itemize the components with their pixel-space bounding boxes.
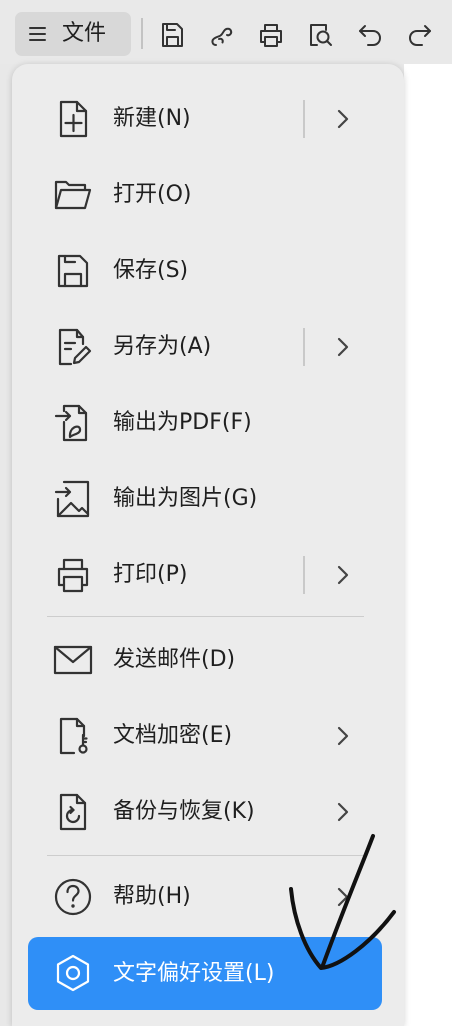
chevron-right-icon[interactable] <box>335 800 351 824</box>
redo-icon <box>409 25 431 46</box>
toolbar-divider <box>141 18 143 49</box>
file-menu-panel: 新建(N) 打开(O) 保存(S) 另存为(A) 输出为PDF(F) 输出为图片 <box>12 64 404 1026</box>
menu-divider <box>47 855 364 856</box>
menu-item-text-preferences[interactable]: 文字偏好设置(L) <box>28 937 382 1010</box>
save-as-icon <box>53 327 93 367</box>
toolbar-redo-button[interactable] <box>406 21 434 49</box>
menu-item-label: 另存为(A) <box>113 334 212 359</box>
menu-item-backup-restore[interactable]: 备份与恢复(K) <box>12 774 404 850</box>
print-icon <box>53 555 93 595</box>
chevron-right-icon[interactable] <box>335 885 351 909</box>
document-page <box>404 64 452 1026</box>
toolbar-print-preview-button[interactable] <box>306 21 334 49</box>
mail-icon <box>53 640 93 680</box>
menu-item-label: 输出为PDF(F) <box>113 410 252 435</box>
menu-item-label: 发送邮件(D) <box>113 647 236 672</box>
top-toolbar: 文件 <box>0 0 452 64</box>
settings-hexagon-icon <box>53 953 93 993</box>
toolbar-print-button[interactable] <box>257 21 285 49</box>
file-menu-label: 文件 <box>62 21 107 46</box>
document-key-icon <box>53 716 93 756</box>
export-image-icon <box>53 479 93 519</box>
new-document-icon <box>53 99 93 139</box>
chevron-right-icon[interactable] <box>335 107 351 131</box>
toolbar-undo-button[interactable] <box>356 21 384 49</box>
split-divider <box>303 556 305 594</box>
toolbar-save-button[interactable] <box>158 21 186 49</box>
save-icon <box>162 23 183 47</box>
menu-divider <box>47 616 364 617</box>
menu-item-send-mail[interactable]: 发送邮件(D) <box>12 622 404 698</box>
chevron-right-icon[interactable] <box>335 563 351 587</box>
menu-item-save[interactable]: 保存(S) <box>12 233 404 309</box>
menu-item-label: 打印(P) <box>113 562 188 587</box>
menu-item-label: 文字偏好设置(L) <box>113 961 275 986</box>
split-divider <box>303 328 305 366</box>
menu-item-help[interactable]: 帮助(H) <box>12 859 404 935</box>
menu-item-print[interactable]: 打印(P) <box>12 537 404 613</box>
menu-item-label: 文档加密(E) <box>113 723 233 748</box>
menu-item-save-as[interactable]: 另存为(A) <box>12 309 404 385</box>
folder-open-icon <box>53 175 93 215</box>
chevron-right-icon[interactable] <box>335 724 351 748</box>
menu-item-open[interactable]: 打开(O) <box>12 157 404 233</box>
menu-item-label: 新建(N) <box>113 106 191 131</box>
undo-icon <box>359 25 381 46</box>
menu-item-export-image[interactable]: 输出为图片(G) <box>12 461 404 537</box>
menu-item-encrypt[interactable]: 文档加密(E) <box>12 698 404 774</box>
split-divider <box>303 100 305 138</box>
print-icon <box>260 24 282 47</box>
export-pdf-icon <box>53 403 93 443</box>
menu-item-label: 保存(S) <box>113 258 189 283</box>
menu-item-label: 打开(O) <box>113 182 192 207</box>
chevron-right-icon[interactable] <box>335 335 351 359</box>
menu-item-new[interactable]: 新建(N) <box>12 81 404 157</box>
menu-icon <box>27 23 49 45</box>
save-icon <box>53 251 93 291</box>
menu-item-export-pdf[interactable]: 输出为PDF(F) <box>12 385 404 461</box>
help-icon <box>53 877 93 917</box>
backup-restore-icon <box>53 792 93 832</box>
print-preview-icon <box>310 24 332 46</box>
share-icon <box>211 27 233 46</box>
menu-item-label: 输出为图片(G) <box>113 486 258 511</box>
menu-item-label: 帮助(H) <box>113 884 191 909</box>
toolbar-share-button[interactable] <box>208 21 236 49</box>
file-menu-button[interactable]: 文件 <box>15 12 131 56</box>
menu-item-label: 备份与恢复(K) <box>113 799 255 824</box>
